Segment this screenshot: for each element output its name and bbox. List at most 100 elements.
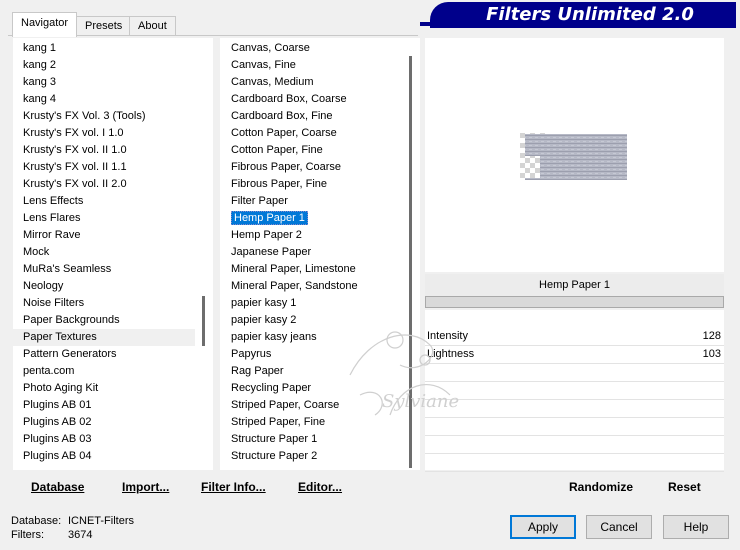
category-scroll-thumb[interactable]: [202, 296, 205, 346]
category-item-label: Noise Filters: [23, 297, 85, 309]
category-item-label: Neology: [23, 280, 64, 292]
filter-item[interactable]: Striped Paper, Coarse: [220, 397, 417, 414]
filter-item[interactable]: papier kasy jeans: [220, 329, 417, 346]
param-row-intensity[interactable]: Intensity 128: [425, 328, 724, 346]
apply-button[interactable]: Apply: [510, 515, 576, 539]
status-database-value: ICNET-Filters: [68, 515, 134, 527]
cancel-button[interactable]: Cancel: [586, 515, 652, 539]
filter-item-label: Cotton Paper, Fine: [231, 144, 323, 156]
filter-scrollbar[interactable]: [402, 38, 420, 470]
category-item-label: Paper Backgrounds: [23, 314, 120, 326]
filter-item[interactable]: Hemp Paper 2: [220, 227, 417, 244]
category-item-label: Photo Aging Kit: [23, 382, 99, 394]
filter-item[interactable]: Filter Paper: [220, 193, 417, 210]
category-item[interactable]: Neology: [13, 278, 210, 295]
category-item[interactable]: Paper Backgrounds: [13, 312, 210, 329]
param-label: Intensity: [427, 330, 468, 342]
filter-item[interactable]: Canvas, Fine: [220, 57, 417, 74]
filter-scroll-thumb[interactable]: [409, 56, 412, 468]
preview-pane: [425, 38, 724, 272]
category-list[interactable]: kang 1 kang 2 kang 3 kang 4 Krusty's FX Vol.…: [13, 38, 210, 470]
tab-presets[interactable]: Presets: [76, 16, 132, 36]
category-item[interactable]: Plugins AB 04: [13, 448, 210, 465]
category-item[interactable]: Krusty's FX vol. II 2.0: [13, 176, 210, 193]
category-item[interactable]: Krusty's FX Vol. 3 (Tools): [13, 108, 210, 125]
category-item[interactable]: Noise Filters: [13, 295, 210, 312]
category-item[interactable]: Photo Aging Kit: [13, 380, 210, 397]
category-item[interactable]: Plugins AB 01: [13, 397, 210, 414]
filter-item[interactable]: papier kasy 2: [220, 312, 417, 329]
filter-list[interactable]: Canvas, Coarse Canvas, Fine Canvas, Medium…: [220, 38, 417, 470]
filter-item-label: Rag Paper: [231, 365, 284, 377]
category-item[interactable]: penta.com: [13, 363, 210, 380]
filter-item[interactable]: Rag Paper: [220, 363, 417, 380]
filter-item-label: Canvas, Coarse: [231, 42, 310, 54]
category-item[interactable]: MuRa's Seamless: [13, 261, 210, 278]
filter-item-label: Japanese Paper: [231, 246, 312, 258]
filter-item[interactable]: Canvas, Coarse: [220, 40, 417, 57]
category-item[interactable]: kang 1: [13, 40, 210, 57]
category-item[interactable]: Lens Flares: [13, 210, 210, 227]
category-item[interactable]: Paper Textures: [13, 329, 210, 346]
filter-item-label: Cardboard Box, Coarse: [231, 93, 347, 105]
tab-navigator[interactable]: Navigator: [12, 12, 78, 37]
filter-item-label: Structure Paper 2: [231, 450, 318, 462]
category-item-label: Krusty's FX vol. II 1.0: [23, 144, 127, 156]
category-item[interactable]: Pattern Generators: [13, 346, 210, 363]
randomize-button[interactable]: Randomize: [569, 476, 633, 498]
param-row-lightness[interactable]: Lightness 103: [425, 346, 724, 364]
category-item[interactable]: Krusty's FX vol. II 1.0: [13, 142, 210, 159]
reset-button[interactable]: Reset: [668, 476, 701, 498]
category-item-label: Plugins AB 02: [23, 416, 92, 428]
category-item-label: kang 4: [23, 93, 57, 105]
filter-item[interactable]: Cardboard Box, Fine: [220, 108, 417, 125]
category-item[interactable]: kang 3: [13, 74, 210, 91]
category-item[interactable]: kang 4: [13, 91, 210, 108]
category-item[interactable]: Krusty's FX vol. II 1.1: [13, 159, 210, 176]
category-item[interactable]: kang 2: [13, 57, 210, 74]
filter-item-label: Structure Paper 1: [231, 433, 318, 445]
filter-item-label: Fibrous Paper, Coarse: [231, 161, 342, 173]
filter-item-label: papier kasy jeans: [231, 331, 317, 343]
filter-item[interactable]: Hemp Paper 1: [220, 210, 417, 227]
category-item[interactable]: Mock: [13, 244, 210, 261]
import-button[interactable]: Import...: [122, 476, 169, 498]
filter-item-label: Hemp Paper 1: [231, 211, 308, 225]
filter-item[interactable]: Fibrous Paper, Fine: [220, 176, 417, 193]
category-item-label: penta.com: [23, 365, 75, 377]
filter-item[interactable]: Cotton Paper, Fine: [220, 142, 417, 159]
filter-item[interactable]: Structure Paper 1: [220, 431, 417, 448]
category-scrollbar[interactable]: [195, 38, 213, 470]
filter-item[interactable]: Japanese Paper: [220, 244, 417, 261]
preview-image: [520, 133, 627, 180]
category-item[interactable]: Mirror Rave: [13, 227, 210, 244]
help-button[interactable]: Help: [663, 515, 729, 539]
filter-item[interactable]: Structure Paper 2: [220, 448, 417, 465]
filter-item[interactable]: papier kasy 1: [220, 295, 417, 312]
category-item[interactable]: Krusty's FX vol. I 1.0: [13, 125, 210, 142]
filter-item[interactable]: Fibrous Paper, Coarse: [220, 159, 417, 176]
editor-button[interactable]: Editor...: [298, 476, 342, 498]
database-button[interactable]: Database: [31, 476, 84, 498]
filter-info-button[interactable]: Filter Info...: [201, 476, 266, 498]
tab-about[interactable]: About: [129, 16, 176, 36]
category-item[interactable]: Plugins AB 02: [13, 414, 210, 431]
category-item-label: MuRa's Seamless: [23, 263, 112, 275]
filter-item-label: papier kasy 1: [231, 297, 297, 309]
filter-item[interactable]: Mineral Paper, Limestone: [220, 261, 417, 278]
filter-item[interactable]: Mineral Paper, Sandstone: [220, 278, 417, 295]
filter-item[interactable]: Cardboard Box, Coarse: [220, 91, 417, 108]
category-item-label: Krusty's FX Vol. 3 (Tools): [23, 110, 146, 122]
filter-item[interactable]: Recycling Paper: [220, 380, 417, 397]
param-row-empty: [425, 436, 724, 454]
filter-item-label: Striped Paper, Coarse: [231, 399, 340, 411]
filter-item-label: Mineral Paper, Sandstone: [231, 280, 358, 292]
category-item[interactable]: Plugins AB 03: [13, 431, 210, 448]
category-item-label: Pattern Generators: [23, 348, 117, 360]
filter-item[interactable]: Cotton Paper, Coarse: [220, 125, 417, 142]
status-database-label: Database:: [11, 515, 62, 527]
filter-item[interactable]: Canvas, Medium: [220, 74, 417, 91]
filter-item[interactable]: Papyrus: [220, 346, 417, 363]
category-item[interactable]: Lens Effects: [13, 193, 210, 210]
filter-item[interactable]: Striped Paper, Fine: [220, 414, 417, 431]
